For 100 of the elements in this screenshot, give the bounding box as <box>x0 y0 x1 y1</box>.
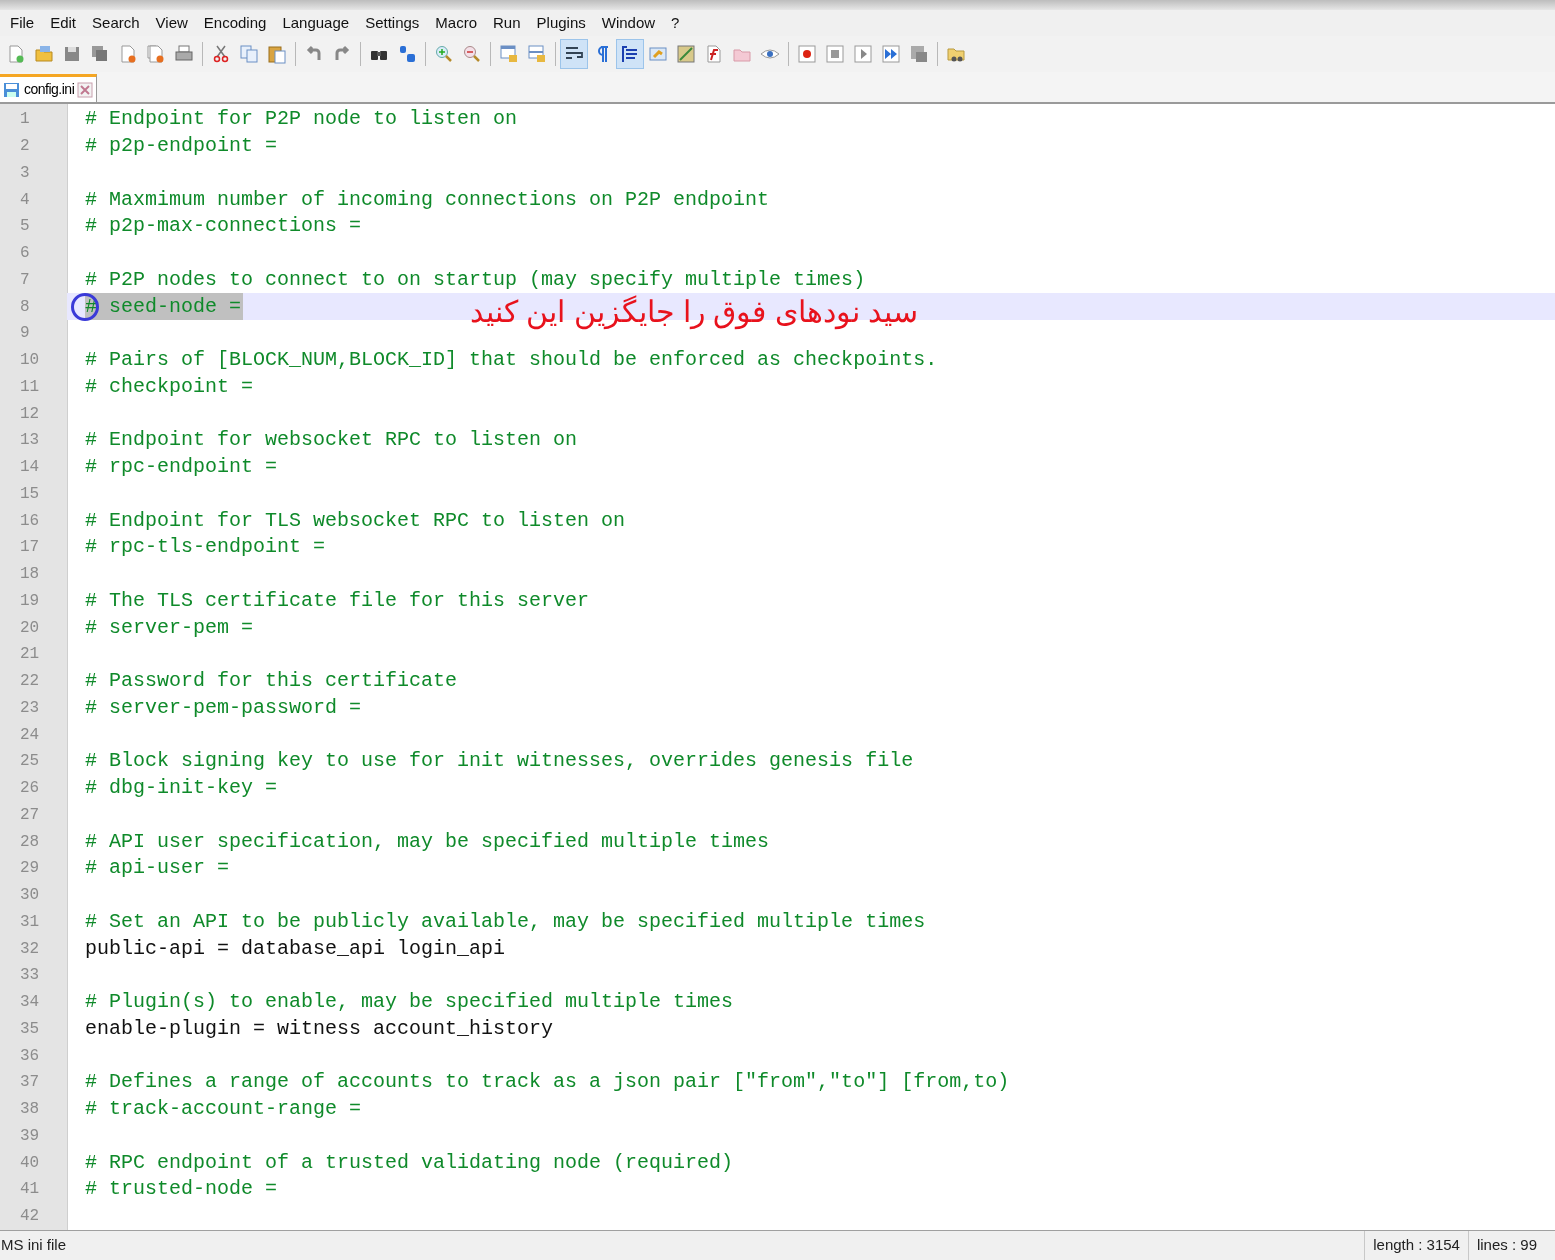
comment-line: # server-pem-password = <box>85 694 362 721</box>
line-number: 3 <box>20 162 30 184</box>
line-number: 11 <box>20 376 40 398</box>
menu-item[interactable]: Search <box>84 10 148 36</box>
line-number: 41 <box>20 1179 40 1201</box>
save-all-icon <box>90 44 110 64</box>
replace-icon <box>397 44 417 64</box>
menu-item[interactable]: Run <box>485 10 529 36</box>
line-number: 9 <box>20 323 30 345</box>
menu-item[interactable]: Encoding <box>195 10 275 36</box>
comment-line: # Endpoint for websocket RPC to listen on <box>85 427 578 454</box>
line-number: 25 <box>20 751 40 773</box>
comment-line: # p2p-endpoint = <box>85 133 278 160</box>
menu-item[interactable]: Language <box>274 10 358 36</box>
lines-count-label: lines : 99 <box>1467 1231 1555 1260</box>
line-number: 42 <box>20 1206 40 1228</box>
line-number: 13 <box>20 430 40 452</box>
menu-item[interactable]: Plugins <box>528 10 594 36</box>
comment-line: # The TLS certificate file for this server <box>85 587 590 614</box>
comment-line: # p2p-max-connections = <box>85 213 362 240</box>
save-icon <box>62 44 82 64</box>
fast-forward-icon <box>881 44 901 64</box>
window-lock-icon <box>527 44 547 64</box>
menu-item[interactable]: Settings <box>357 10 428 36</box>
print-icon <box>174 44 194 64</box>
line-number: 10 <box>20 350 40 372</box>
line-number: 27 <box>20 804 40 826</box>
comment-line: # rpc-tls-endpoint = <box>85 534 326 561</box>
copy-icon <box>239 44 259 64</box>
save-icon <box>3 80 21 99</box>
cut-icon <box>211 44 231 64</box>
line-number: 8 <box>20 296 30 318</box>
length-label: length : 3154 <box>1364 1231 1468 1260</box>
comment-line: # Endpoint for P2P node to listen on <box>85 106 518 133</box>
comment-line: # Block signing key to use for init witnesses, overrides genesis file <box>85 748 914 775</box>
comment-line: # rpc-endpoint = <box>85 454 278 481</box>
menu-item[interactable]: ? <box>663 10 688 36</box>
function-icon <box>704 44 724 64</box>
line-number: 40 <box>20 1152 40 1174</box>
line-number: 37 <box>20 1072 40 1094</box>
line-number: 16 <box>20 510 40 532</box>
map-icon <box>676 44 696 64</box>
line-number: 33 <box>20 965 40 987</box>
line-number: 26 <box>20 778 40 800</box>
menu-item[interactable]: Macro <box>427 10 485 36</box>
line-number: 31 <box>20 911 40 933</box>
comment-line: # Defines a range of accounts to track as a json pair ["from","to"] [from,to) <box>85 1069 1010 1096</box>
comment-line: # API user specification, may be specified multiple times <box>85 828 770 855</box>
comment-line: # server-pem = <box>85 614 254 641</box>
line-number: 35 <box>20 1018 40 1040</box>
comment-line: # checkpoint = <box>85 373 254 400</box>
menu-item[interactable]: Edit <box>42 10 85 36</box>
save-macro-icon <box>909 44 929 64</box>
stop-icon <box>825 44 845 64</box>
line-number: 22 <box>20 671 40 693</box>
code-line: enable-plugin = witness account_history <box>85 1015 554 1042</box>
comment-line: # track-account-range = <box>85 1096 362 1123</box>
line-number: 2 <box>20 136 30 158</box>
line-number: 29 <box>20 858 40 880</box>
comment-line: # Maxmimum number of incoming connections on P2P endpoint <box>85 186 770 213</box>
comment-line: # Pairs of [BLOCK_NUM,BLOCK_ID] that should be enforced as checkpoints. <box>85 347 938 374</box>
close-file-icon <box>118 44 138 64</box>
comment-line: # P2P nodes to connect to on startup (may specify multiple times) <box>85 266 866 293</box>
close-all-icon <box>146 44 166 64</box>
annotation-text: سید نودهای فوق را جایگزین این کنید <box>470 294 918 332</box>
line-number: 24 <box>20 724 40 746</box>
line-number: 12 <box>20 403 40 425</box>
menu-item[interactable]: View <box>147 10 196 36</box>
file-tab[interactable]: config.ini <box>0 74 98 102</box>
open-folder-icon <box>34 44 54 64</box>
comment-line: # RPC endpoint of a trusted validating node (required) <box>85 1149 734 1176</box>
line-number: 14 <box>20 457 40 479</box>
window-lock-icon <box>499 44 519 64</box>
line-number: 23 <box>20 697 40 719</box>
line-number: 5 <box>20 216 30 238</box>
line-number: 32 <box>20 938 40 960</box>
line-number: 21 <box>20 644 40 666</box>
comment-line: # api-user = <box>85 855 230 882</box>
menu-item[interactable]: File <box>2 10 43 36</box>
comment-line: # trusted-node = <box>85 1176 278 1203</box>
comment-line: # Password for this certificate <box>85 668 458 695</box>
close-icon[interactable] <box>77 81 94 98</box>
line-number: 36 <box>20 1045 40 1067</box>
line-number: 34 <box>20 992 40 1014</box>
cursor-marker <box>71 293 99 321</box>
new-file-icon <box>6 44 26 64</box>
toolbar-button[interactable] <box>616 39 644 69</box>
line-number: 20 <box>20 617 40 639</box>
toolbar-button[interactable] <box>560 39 588 69</box>
menu-item[interactable]: Window <box>593 10 664 36</box>
paste-icon <box>267 44 287 64</box>
line-number: 17 <box>20 537 40 559</box>
editor-area[interactable] <box>0 104 1555 1230</box>
line-number: 4 <box>20 189 30 211</box>
line-number: 30 <box>20 885 40 907</box>
line-number: 15 <box>20 483 40 505</box>
comment-line: # Plugin(s) to enable, may be specified multiple times <box>85 989 734 1016</box>
line-number: 39 <box>20 1125 40 1147</box>
line-number: 7 <box>20 269 30 291</box>
line-number: 19 <box>20 590 40 612</box>
